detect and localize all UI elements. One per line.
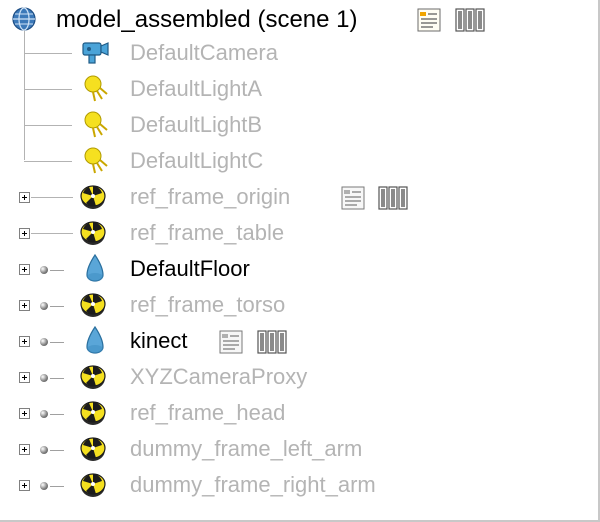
globe-icon bbox=[12, 7, 36, 31]
expand-toggle[interactable] bbox=[19, 300, 30, 311]
light-icon bbox=[84, 75, 108, 102]
expand-toggle[interactable] bbox=[19, 228, 30, 239]
light-icon bbox=[84, 111, 108, 138]
visibility-dot[interactable] bbox=[40, 482, 48, 490]
visibility-dot[interactable] bbox=[40, 410, 48, 418]
tree-item-label: kinect bbox=[130, 328, 188, 353]
expand-toggle[interactable] bbox=[19, 264, 30, 275]
script-icon[interactable] bbox=[416, 7, 442, 33]
tree-connector bbox=[50, 486, 64, 487]
tree-item-label: ref_frame_torso bbox=[130, 292, 286, 317]
visibility-dot[interactable] bbox=[40, 446, 48, 454]
tree-item-defaultfloor[interactable]: DefaultFloor bbox=[0, 252, 600, 288]
tree-item-defaultlightc[interactable]: DefaultLightC bbox=[0, 144, 600, 180]
film-icon[interactable] bbox=[378, 186, 408, 210]
tree-item-label: DefaultLightC bbox=[130, 148, 264, 173]
tree-connector bbox=[50, 270, 64, 271]
dummy-frame-icon bbox=[80, 185, 106, 209]
tree-item-dummy-frame-right-arm[interactable]: dummy_frame_right_arm bbox=[0, 468, 600, 504]
dummy-frame-icon bbox=[80, 473, 106, 497]
expand-toggle[interactable] bbox=[19, 336, 30, 347]
visibility-dot[interactable] bbox=[40, 374, 48, 382]
root-scene-label: model_assembled (scene 1) bbox=[56, 6, 358, 33]
expand-toggle[interactable] bbox=[19, 408, 30, 419]
tree-item-label: DefaultCamera bbox=[130, 40, 278, 65]
tree-item-label: dummy_frame_left_arm bbox=[130, 436, 363, 461]
tree-item-ref-frame-head[interactable]: ref_frame_head bbox=[0, 396, 600, 432]
tree-connector bbox=[50, 342, 64, 343]
tree-item-defaultcamera[interactable]: DefaultCamera bbox=[0, 36, 600, 72]
tree-item-label: DefaultLightB bbox=[130, 112, 263, 137]
tree-item-ref-frame-table[interactable]: ref_frame_table bbox=[0, 216, 600, 252]
tree-item-label: ref_frame_origin bbox=[130, 184, 291, 209]
tree-item-label: dummy_frame_right_arm bbox=[130, 472, 376, 497]
dummy-frame-icon bbox=[80, 401, 106, 425]
tree-item-label: ref_frame_table bbox=[130, 220, 285, 245]
tree-item-label: XYZCameraProxy bbox=[130, 364, 308, 389]
tree-connector bbox=[50, 378, 64, 379]
tree-connector bbox=[50, 306, 64, 307]
scene-hierarchy-panel: model_assembled (scene 1) DefaultCamera bbox=[0, 0, 600, 522]
tree-item-kinect[interactable]: kinect bbox=[0, 324, 600, 360]
dummy-frame-icon bbox=[80, 437, 106, 461]
tree-item-label: DefaultFloor bbox=[130, 256, 250, 281]
tree-item-dummy-frame-left-arm[interactable]: dummy_frame_left_arm bbox=[0, 432, 600, 468]
shape-icon bbox=[86, 253, 104, 282]
tree-connector bbox=[50, 450, 64, 451]
tree-item-defaultlighta[interactable]: DefaultLightA bbox=[0, 72, 600, 108]
shape-icon bbox=[86, 325, 104, 354]
expand-toggle[interactable] bbox=[19, 480, 30, 491]
tree-root-row[interactable]: model_assembled (scene 1) bbox=[0, 2, 600, 38]
visibility-dot[interactable] bbox=[40, 338, 48, 346]
film-icon[interactable] bbox=[257, 330, 287, 354]
expand-toggle[interactable] bbox=[19, 444, 30, 455]
light-icon bbox=[84, 147, 108, 174]
script-icon[interactable] bbox=[340, 185, 366, 211]
visibility-dot[interactable] bbox=[40, 266, 48, 274]
tree-item-xyzcameraproxy[interactable]: XYZCameraProxy bbox=[0, 360, 600, 396]
tree-item-label: ref_frame_head bbox=[130, 400, 286, 425]
tree-item-defaultlightb[interactable]: DefaultLightB bbox=[0, 108, 600, 144]
tree-item-ref-frame-origin[interactable]: ref_frame_origin bbox=[0, 180, 600, 216]
script-icon[interactable] bbox=[218, 329, 244, 355]
film-icon[interactable] bbox=[455, 8, 485, 32]
expand-toggle[interactable] bbox=[19, 192, 30, 203]
dummy-frame-icon bbox=[80, 293, 106, 317]
expand-toggle[interactable] bbox=[19, 372, 30, 383]
tree-item-label: DefaultLightA bbox=[130, 76, 263, 101]
visibility-dot[interactable] bbox=[40, 302, 48, 310]
dummy-frame-icon bbox=[80, 221, 106, 245]
camera-icon bbox=[82, 42, 109, 64]
tree-connector bbox=[50, 414, 64, 415]
tree-item-ref-frame-torso[interactable]: ref_frame_torso bbox=[0, 288, 600, 324]
dummy-frame-icon bbox=[80, 365, 106, 389]
